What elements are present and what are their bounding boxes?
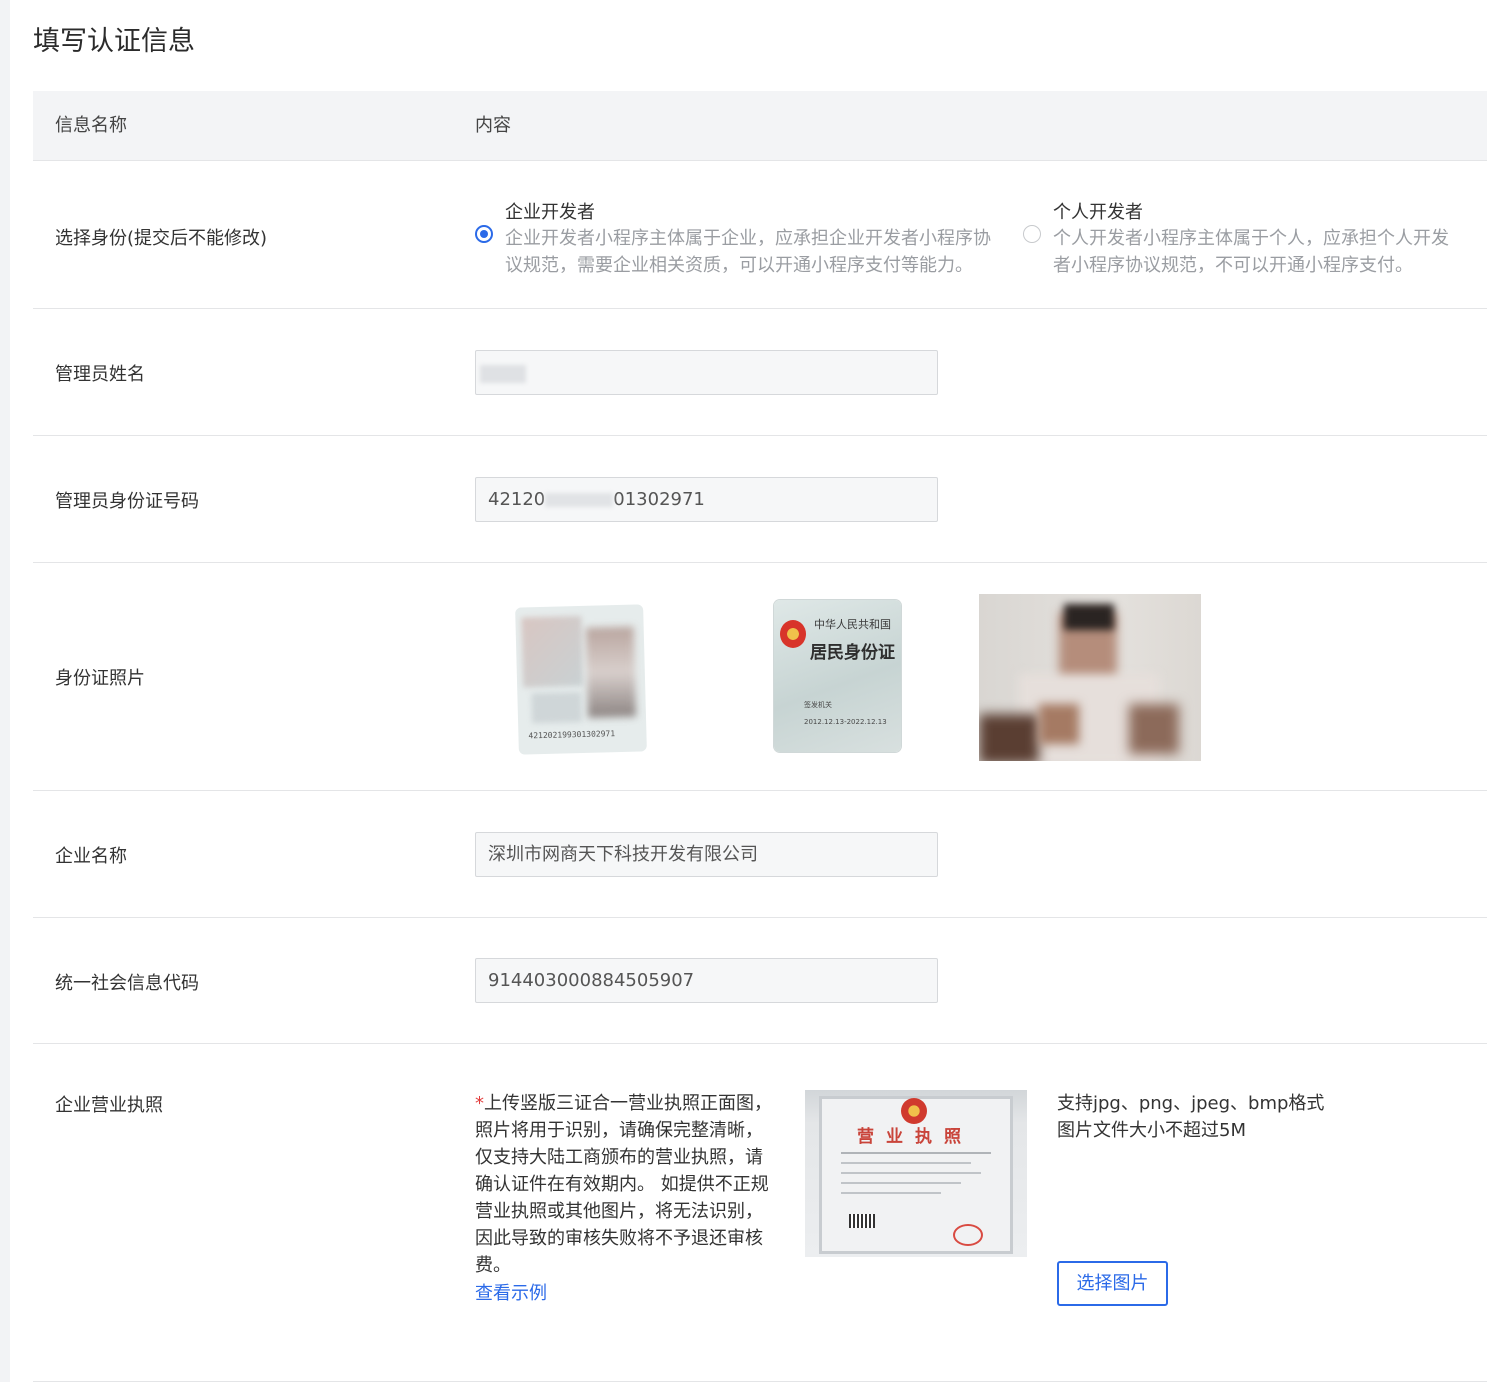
identity-label: 选择身份(提交后不能修改) bbox=[55, 228, 268, 249]
radio-personal[interactable] bbox=[1023, 225, 1041, 243]
option-enterprise-title: 企业开发者 bbox=[505, 202, 595, 223]
option-enterprise-desc: 企业开发者小程序主体属于企业，应承担企业开发者小程序协议规范，需要企业相关资质，… bbox=[505, 228, 991, 276]
option-personal-title: 个人开发者 bbox=[1053, 202, 1143, 223]
id-card-back-image[interactable]: 421202199301302971 bbox=[515, 604, 647, 755]
form-table: 信息名称 内容 选择身份(提交后不能修改) 企业开发者 企业开发者小程序主体属于… bbox=[33, 91, 1487, 1382]
row-identity: 选择身份(提交后不能修改) 企业开发者 企业开发者小程序主体属于企业，应承担企业… bbox=[33, 161, 1487, 309]
row-credit-code: 统一社会信息代码 914403000884505907 bbox=[33, 918, 1487, 1044]
admin-id-suffix: 01302971 bbox=[613, 489, 705, 510]
row-business-license: 企业营业执照 *上传竖版三证合一营业执照正面图，照片将用于识别，请确保完整清晰，… bbox=[33, 1044, 1487, 1382]
option-enterprise[interactable]: 企业开发者 企业开发者小程序主体属于企业，应承担企业开发者小程序协议规范，需要企… bbox=[475, 198, 1005, 278]
id-card-front-image[interactable]: 中华人民共和国 居民身份证 签发机关 2012.12.13-2022.12.13 bbox=[774, 600, 901, 752]
format-support-text: 支持jpg、png、jpeg、bmp格式 bbox=[1057, 1093, 1325, 1114]
row-admin-name: 管理员姓名 bbox=[33, 309, 1487, 436]
id-card-line1: 中华人民共和国 bbox=[814, 618, 891, 631]
table-header: 信息名称 内容 bbox=[33, 91, 1487, 161]
admin-name-input[interactable] bbox=[475, 350, 938, 395]
admin-name-label: 管理员姓名 bbox=[55, 364, 145, 385]
required-mark: * bbox=[475, 1093, 484, 1114]
license-title-text: 营业执照 bbox=[857, 1127, 973, 1147]
row-id-photos: 身份证照片 421202199301302971 中华人民共和国 居民身份证 签… bbox=[33, 563, 1487, 791]
license-emblem-icon bbox=[901, 1098, 927, 1124]
company-name-input[interactable]: 深圳市网商天下科技开发有限公司 bbox=[475, 832, 938, 877]
license-label: 企业营业执照 bbox=[55, 1095, 163, 1116]
qr-code-icon bbox=[849, 1214, 875, 1228]
size-limit-text: 图片文件大小不超过5M bbox=[1057, 1120, 1246, 1141]
license-sample-image[interactable]: 营业执照 bbox=[805, 1090, 1027, 1257]
license-notice-text: 上传竖版三证合一营业执照正面图，照片将用于识别，请确保完整清晰，仅支持大陆工商颁… bbox=[475, 1093, 772, 1276]
credit-code-label: 统一社会信息代码 bbox=[55, 973, 199, 994]
id-card-validity: 2012.12.13-2022.12.13 bbox=[804, 718, 887, 726]
company-name-label: 企业名称 bbox=[55, 846, 127, 867]
admin-id-label: 管理员身份证号码 bbox=[55, 491, 199, 512]
row-company-name: 企业名称 深圳市网商天下科技开发有限公司 bbox=[33, 791, 1487, 918]
redacted-id bbox=[545, 493, 614, 507]
view-example-link[interactable]: 查看示例 bbox=[475, 1279, 547, 1305]
page-title: 填写认证信息 bbox=[33, 26, 195, 57]
choose-image-button[interactable]: 选择图片 bbox=[1057, 1261, 1168, 1306]
admin-id-input[interactable]: 42120 01302971 bbox=[475, 477, 938, 522]
credit-code-input[interactable]: 914403000884505907 bbox=[475, 958, 938, 1003]
radio-enterprise[interactable] bbox=[475, 225, 493, 243]
id-card-issuer: 签发机关 bbox=[804, 701, 832, 709]
id-photos-label: 身份证照片 bbox=[55, 668, 145, 689]
license-notice: *上传竖版三证合一营业执照正面图，照片将用于识别，请确保完整清晰，仅支持大陆工商… bbox=[475, 1090, 775, 1279]
header-col-content: 内容 bbox=[475, 115, 511, 136]
official-seal-icon bbox=[953, 1224, 983, 1246]
format-info: 支持jpg、png、jpeg、bmp格式 图片文件大小不超过5M bbox=[1057, 1090, 1324, 1144]
header-col-name: 信息名称 bbox=[55, 115, 127, 136]
national-emblem-icon bbox=[780, 620, 806, 648]
admin-id-prefix: 42120 bbox=[488, 489, 546, 510]
row-admin-id: 管理员身份证号码 42120 01302971 bbox=[33, 436, 1487, 563]
id-card-line2: 居民身份证 bbox=[810, 643, 895, 663]
left-strip bbox=[0, 0, 10, 1382]
id-card-number-text: 421202199301302971 bbox=[528, 729, 616, 741]
holding-id-photo[interactable] bbox=[979, 594, 1201, 761]
option-personal[interactable]: 个人开发者 个人开发者小程序主体属于个人，应承担个人开发者小程序协议规范，不可以… bbox=[1023, 198, 1463, 278]
option-personal-desc: 个人开发者小程序主体属于个人，应承担个人开发者小程序协议规范，不可以开通小程序支… bbox=[1053, 228, 1449, 276]
redacted-name bbox=[480, 365, 526, 383]
